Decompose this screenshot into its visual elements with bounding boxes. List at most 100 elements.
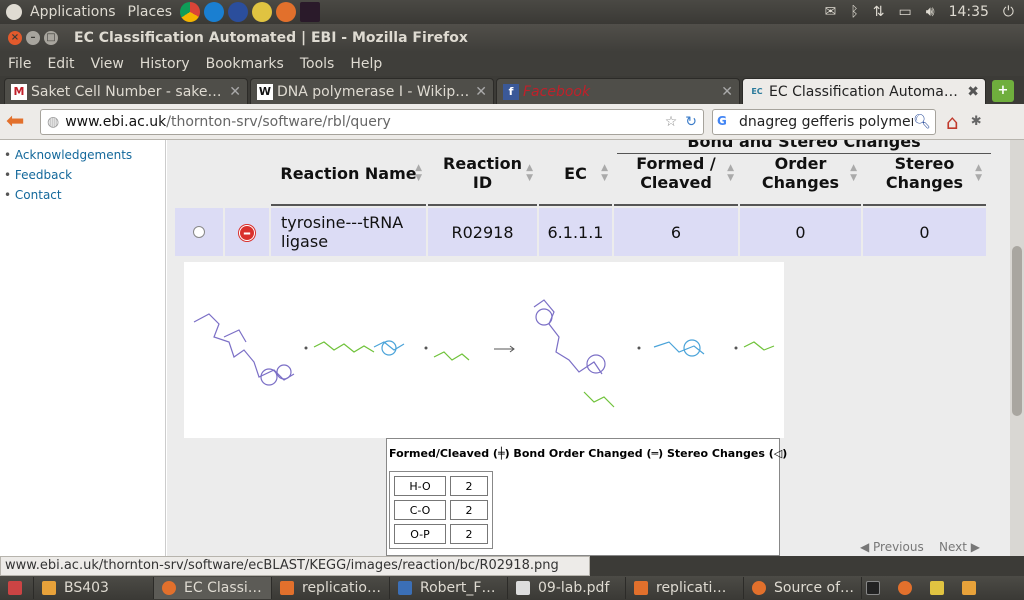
window-titlebar: × – □ EC Classification Automated | EBI … <box>0 24 1024 52</box>
select-radio[interactable] <box>175 208 223 256</box>
url-path: /thornton-srv/software/rbl/query <box>166 113 391 130</box>
show-desktop-button[interactable] <box>0 577 34 599</box>
addon-icon[interactable]: ✱ <box>971 114 982 129</box>
url-host: www.ebi.ac.uk <box>65 113 167 130</box>
tab-label: Facebook <box>523 83 591 100</box>
tab-saket[interactable]: M Saket Cell Number - saketk… ✕ <box>4 78 248 104</box>
firefox-icon <box>162 581 176 595</box>
menu-help[interactable]: Help <box>342 56 390 72</box>
taskbar-item[interactable]: BS403 <box>34 577 154 599</box>
table-row: O-P 2 <box>394 524 488 544</box>
dots-app-icon[interactable] <box>300 2 321 22</box>
taskbar-item[interactable]: Robert_F… <box>390 577 508 599</box>
col-order-changes[interactable]: Order Changes ▲ ▼ <box>740 142 861 206</box>
vertical-scrollbar[interactable] <box>1010 140 1024 556</box>
tab-ec-classification[interactable]: EC EC Classification Automate… ✖ <box>742 78 986 104</box>
menu-file[interactable]: File <box>0 56 39 72</box>
applications-menu[interactable]: Applications <box>24 4 122 20</box>
menu-tools[interactable]: Tools <box>292 56 343 72</box>
tab-wikipedia[interactable]: W DNA polymerase I - Wikipe… ✕ <box>250 78 494 104</box>
new-tab-button[interactable]: + <box>992 80 1014 102</box>
url-bar[interactable]: ◍ www.ebi.ac.uk /thornton-srv/software/r… <box>40 108 704 135</box>
terminal-icon[interactable] <box>866 581 880 595</box>
tab-label: EC Classification Automate… <box>769 83 964 100</box>
menu-history[interactable]: History <box>132 56 198 72</box>
power-icon[interactable]: ⏻ <box>1003 4 1014 20</box>
network-icon[interactable]: ⇅ <box>873 4 885 20</box>
sort-icon: ▲ ▼ <box>975 163 982 183</box>
close-window-icon[interactable]: × <box>8 31 22 45</box>
back-button[interactable]: ⬅ <box>6 109 36 134</box>
sidebar-link-contact[interactable]: Contact <box>4 188 165 202</box>
clock[interactable]: 14:35 <box>949 4 989 20</box>
ecblast-icon: EC <box>751 86 763 96</box>
mascot-icon[interactable] <box>930 581 944 595</box>
col-stereo-changes[interactable]: Stereo Changes ▲ ▼ <box>863 142 986 206</box>
folder-icon[interactable] <box>962 581 976 595</box>
cell-order-changes: 0 <box>740 208 861 256</box>
mail-icon[interactable]: ✉ <box>825 4 837 20</box>
taskbar-item[interactable]: 09-lab.pdf <box>508 577 626 599</box>
cell-reaction-name: tyrosine---tRNA ligase <box>271 208 426 256</box>
globe-icon[interactable] <box>228 2 249 22</box>
battery-icon[interactable]: ▭ <box>899 4 912 20</box>
top-panel: Applications Places ✉ ᛒ ⇅ ▭ 🔊︎ 14:35 ⏻ <box>0 0 1024 24</box>
bluetooth-icon[interactable]: ᛒ <box>850 4 858 20</box>
close-tab-icon[interactable]: ✕ <box>721 84 733 100</box>
tab-facebook[interactable]: f Facebook ✕ <box>496 78 740 104</box>
remove-row-icon[interactable]: – <box>225 208 269 256</box>
bing-icon[interactable] <box>204 2 225 22</box>
ubuntu-logo-icon[interactable] <box>6 4 22 20</box>
col-reaction-name[interactable]: Reaction Name ▲ ▼ <box>271 142 426 206</box>
volume-icon[interactable]: 🔊︎ <box>926 4 935 20</box>
bookmark-star-icon[interactable]: ☆ <box>665 114 678 130</box>
maximize-window-icon[interactable]: □ <box>44 31 58 45</box>
close-tab-icon[interactable]: ✖ <box>967 84 979 100</box>
sidebar-link-feedback[interactable]: Feedback <box>4 168 165 182</box>
results-panel: Bond and Stereo Changes Reaction Name ▲ ▼ … <box>167 140 1010 556</box>
status-bar: www.ebi.ac.uk/thornton-srv/software/ecBL… <box>0 556 590 576</box>
firefox-icon[interactable] <box>276 2 297 22</box>
firefox-icon <box>752 581 766 595</box>
close-tab-icon[interactable]: ✕ <box>229 84 241 100</box>
places-menu[interactable]: Places <box>122 4 179 20</box>
previous-link[interactable]: ◀ Previous <box>860 540 924 554</box>
next-link[interactable]: Next ▶ <box>939 540 980 554</box>
reaction-diagram-image <box>184 262 784 438</box>
sort-icon: ▲ ▼ <box>601 163 608 183</box>
cell-stereo-changes: 0 <box>863 208 986 256</box>
col-ec[interactable]: EC ▲ ▼ <box>539 142 612 206</box>
tray <box>862 577 988 599</box>
col-reaction-id[interactable]: Reaction ID ▲ ▼ <box>428 142 537 206</box>
table-row: C-O 2 <box>394 500 488 520</box>
google-icon[interactable]: G <box>717 114 733 130</box>
menu-bookmarks[interactable]: Bookmarks <box>198 56 292 72</box>
taskbar-item[interactable]: replicatio… <box>272 577 390 599</box>
chrome-icon[interactable] <box>180 2 201 22</box>
menu-view[interactable]: View <box>83 56 132 72</box>
mascot-icon[interactable] <box>252 2 273 22</box>
sidebar-link-acknowledgements[interactable]: Acknowledgements <box>4 148 165 162</box>
search-bar[interactable]: G dnagreg gefferis polymer 🔍︎ <box>712 108 936 135</box>
search-input[interactable]: dnagreg gefferis polymer <box>739 114 913 130</box>
firefox-icon[interactable] <box>898 581 912 595</box>
taskbar-item[interactable]: replicati… <box>626 577 744 599</box>
gmail-icon: M <box>11 83 27 100</box>
scrollbar-thumb[interactable] <box>1012 246 1022 416</box>
bond-change-legend: Formed/Cleaved (╪) Bond Order Changed (═… <box>386 438 787 556</box>
bond-change-table: H-O 2 C-O 2 O-P 2 <box>389 471 493 549</box>
document-icon <box>634 581 648 595</box>
sidebar: Acknowledgements Feedback Contact <box>0 140 166 556</box>
desktop-icon <box>8 581 22 595</box>
home-icon[interactable]: ⌂ <box>946 110 959 134</box>
minimize-window-icon[interactable]: – <box>26 31 40 45</box>
sort-icon: ▲ ▼ <box>415 163 422 183</box>
reload-icon[interactable]: ↻ <box>685 114 697 130</box>
taskbar-item[interactable]: Source of… <box>744 577 862 599</box>
close-tab-icon[interactable]: ✕ <box>475 84 487 100</box>
col-formed-cleaved[interactable]: Formed / Cleaved ▲ ▼ <box>614 142 738 206</box>
taskbar-item[interactable]: EC Classi… <box>154 577 272 599</box>
menu-edit[interactable]: Edit <box>39 56 82 72</box>
search-icon[interactable]: 🔍︎ <box>913 114 931 130</box>
menubar: File Edit View History Bookmarks Tools H… <box>0 52 1024 76</box>
